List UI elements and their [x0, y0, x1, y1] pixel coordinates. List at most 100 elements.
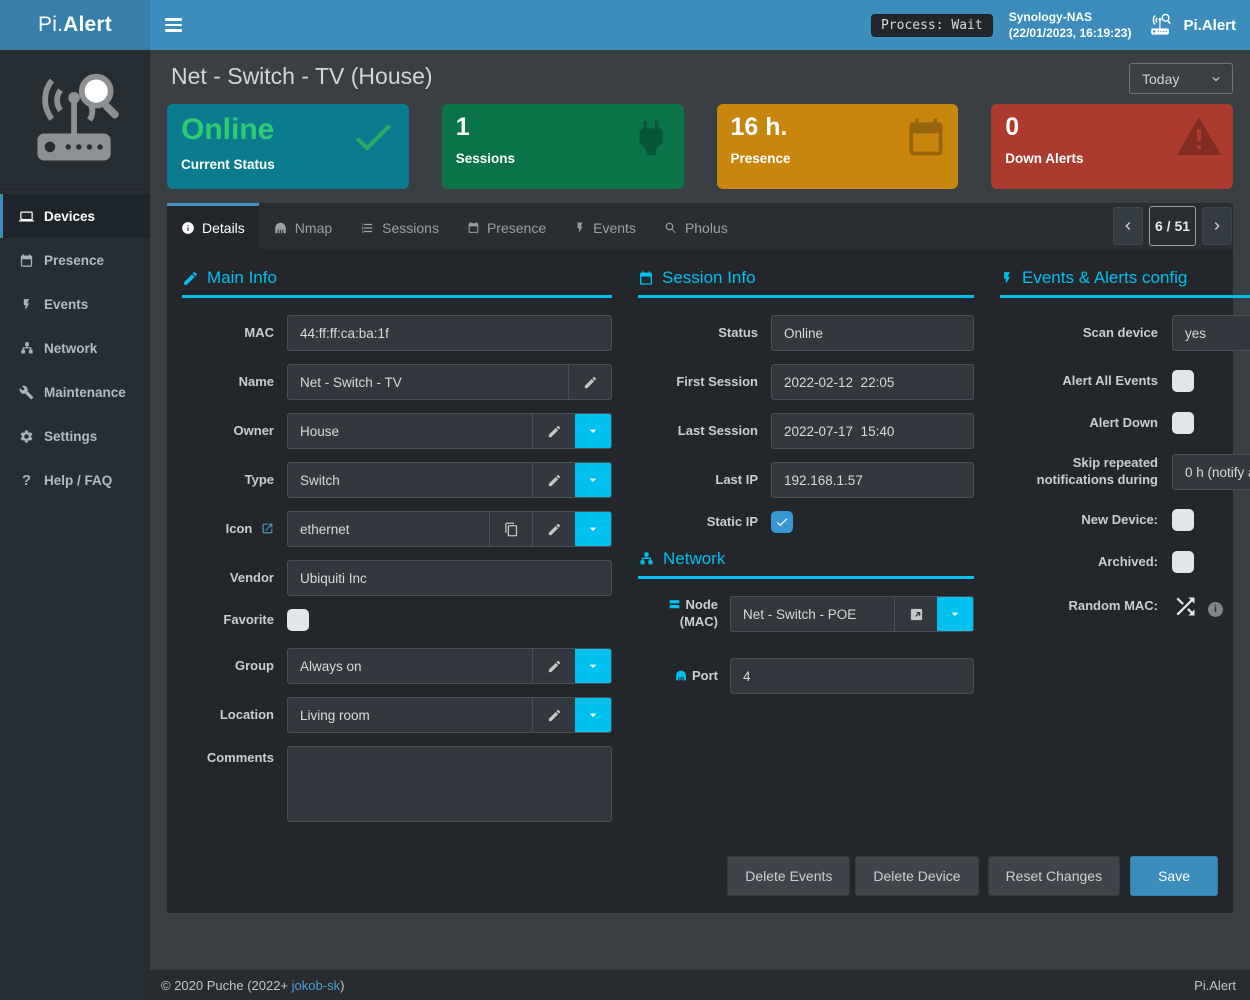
delete-events-button[interactable]: Delete Events: [727, 856, 850, 896]
edit-group-button[interactable]: [532, 649, 575, 683]
copy-icon: [504, 522, 519, 537]
type-label: Type: [182, 472, 274, 489]
port-input[interactable]: [731, 659, 973, 693]
tab-label: Details: [202, 220, 245, 236]
sidebar-item-presence[interactable]: Presence: [0, 238, 150, 282]
edit-location-button[interactable]: [532, 698, 575, 732]
sidebar-item-events[interactable]: Events: [0, 282, 150, 326]
copy-icon-button[interactable]: [489, 512, 532, 546]
card-down-alerts[interactable]: 0 Down Alerts: [991, 104, 1233, 189]
external-link-icon[interactable]: [261, 522, 274, 535]
server-icon: [667, 598, 682, 611]
top-bar: Pi.Alert Process: Wait Synology-NAS (22/…: [0, 0, 1250, 50]
next-device-button[interactable]: [1202, 207, 1232, 245]
tab-pholus[interactable]: Pholus: [650, 203, 742, 249]
owner-dropdown-button[interactable]: [575, 414, 611, 448]
vendor-input[interactable]: [288, 561, 611, 595]
edit-type-button[interactable]: [532, 463, 575, 497]
status-input[interactable]: [772, 316, 973, 350]
last-session-input[interactable]: [772, 414, 973, 448]
status-label: Status: [638, 325, 758, 342]
sidebar: Devices Presence Events Network Maintena…: [0, 50, 150, 1000]
caret-down-icon: [585, 521, 601, 537]
brand-logo[interactable]: Pi.Alert: [0, 0, 150, 50]
tab-events[interactable]: Events: [560, 203, 650, 249]
sidebar-item-devices[interactable]: Devices: [0, 194, 150, 238]
skip-notifications-select[interactable]: 0 h (notify all events): [1173, 455, 1250, 489]
location-input[interactable]: [288, 698, 532, 732]
static-ip-checkbox[interactable]: [771, 511, 793, 533]
sidebar-item-help[interactable]: ? Help / FAQ: [0, 458, 150, 502]
navbar: Process: Wait Synology-NAS (22/01/2023, …: [150, 0, 1250, 50]
edit-icon-button[interactable]: [532, 512, 575, 546]
name-input[interactable]: [288, 365, 568, 399]
card-presence[interactable]: 16 h. Presence: [717, 104, 959, 189]
owner-input[interactable]: [288, 414, 532, 448]
port-label: Port: [638, 668, 718, 685]
footer-app-name: Pi.Alert: [1194, 978, 1236, 993]
network-title: Network: [638, 549, 974, 579]
comments-textarea[interactable]: [287, 746, 612, 822]
card-sessions[interactable]: 1 Sessions: [442, 104, 684, 189]
tab-nmap[interactable]: Nmap: [259, 203, 346, 249]
random-mac-label: Random MAC:: [1000, 598, 1158, 615]
form-actions: Delete Events Delete Device Reset Change…: [182, 856, 1218, 896]
archived-checkbox[interactable]: [1172, 551, 1194, 573]
tab-bar: Details Nmap Sessions Presence: [167, 203, 1233, 249]
main-content: Net - Switch - TV (House) Today Online C…: [150, 50, 1250, 1000]
tab-presence[interactable]: Presence: [453, 203, 560, 249]
favorite-checkbox[interactable]: [287, 609, 309, 631]
node-dropdown-button[interactable]: [937, 597, 973, 631]
app-menu[interactable]: Pi.Alert: [1147, 13, 1236, 37]
sidebar-item-maintenance[interactable]: Maintenance: [0, 370, 150, 414]
location-dropdown-button[interactable]: [575, 698, 611, 732]
question-icon: ?: [18, 472, 35, 489]
node-mac-select[interactable]: Net - Switch - POE: [731, 597, 894, 631]
new-device-checkbox[interactable]: [1172, 509, 1194, 531]
prev-device-button[interactable]: [1113, 207, 1143, 245]
group-dropdown-button[interactable]: [575, 649, 611, 683]
type-dropdown-button[interactable]: [575, 463, 611, 497]
jokob-sk-link[interactable]: jokob-sk: [292, 978, 340, 993]
calendar-icon: [18, 253, 35, 268]
type-input[interactable]: [288, 463, 532, 497]
alert-down-checkbox[interactable]: [1172, 412, 1194, 434]
check-icon: [775, 515, 789, 529]
group-label: Group: [182, 658, 274, 675]
events-alerts-section: Events & Alerts config Scan device yes A…: [1000, 268, 1250, 840]
alert-all-events-checkbox[interactable]: [1172, 370, 1194, 392]
last-session-label: Last Session: [638, 423, 758, 440]
sidebar-item-settings[interactable]: Settings: [0, 414, 150, 458]
tab-label: Presence: [487, 220, 546, 236]
caret-down-icon: [585, 472, 601, 488]
period-selector[interactable]: Today: [1129, 63, 1233, 94]
reset-changes-button[interactable]: Reset Changes: [988, 856, 1121, 896]
info-tooltip-icon[interactable]: i: [1208, 602, 1223, 617]
edit-owner-button[interactable]: [532, 414, 575, 448]
delete-device-button[interactable]: Delete Device: [855, 856, 978, 896]
edit-name-button[interactable]: [568, 365, 611, 399]
plug-icon: [628, 113, 674, 163]
icon-input[interactable]: [288, 512, 489, 546]
sidebar-item-label: Maintenance: [44, 385, 126, 400]
save-button[interactable]: Save: [1130, 856, 1218, 896]
tab-details[interactable]: Details: [167, 203, 259, 249]
first-session-input[interactable]: [772, 365, 973, 399]
group-input[interactable]: [288, 649, 532, 683]
mac-input[interactable]: [288, 316, 611, 350]
pencil-icon: [583, 375, 598, 390]
chevron-left-icon: [1120, 218, 1136, 234]
open-node-button[interactable]: [894, 597, 937, 631]
scan-device-select[interactable]: yes: [1173, 316, 1250, 350]
sidebar-toggle-button[interactable]: [150, 0, 196, 50]
mac-label: MAC: [182, 325, 274, 342]
icon-dropdown-button[interactable]: [575, 512, 611, 546]
period-value: Today: [1142, 71, 1179, 87]
sidebar-item-network[interactable]: Network: [0, 326, 150, 370]
new-device-label: New Device:: [1000, 512, 1158, 529]
chevron-down-icon: [1209, 72, 1223, 86]
last-ip-input[interactable]: [772, 463, 973, 497]
card-current-status[interactable]: Online Current Status: [167, 104, 409, 189]
tab-sessions[interactable]: Sessions: [346, 203, 453, 249]
footer: © 2020 Puche (2022+ jokob-sk) Pi.Alert: [150, 970, 1250, 1000]
